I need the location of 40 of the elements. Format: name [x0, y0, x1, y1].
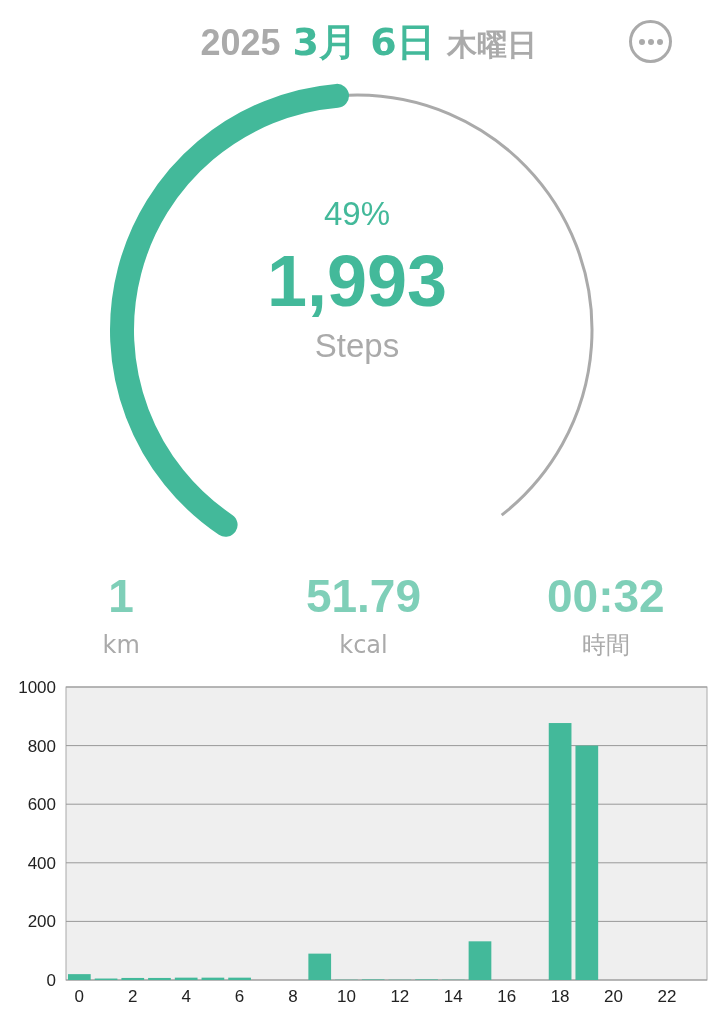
- x-tick-label: 10: [337, 987, 356, 1002]
- x-tick-label: 14: [443, 987, 463, 1002]
- bar: [308, 953, 332, 980]
- x-tick-label: 20: [604, 987, 623, 1002]
- bar: [468, 941, 492, 980]
- date: 3月 6日: [292, 19, 435, 66]
- x-tick-label: 0: [74, 987, 85, 1002]
- step-unit: Steps: [314, 326, 400, 366]
- weekday: 木曜日: [446, 26, 537, 64]
- bar: [174, 977, 198, 980]
- stat-label: 時間: [581, 630, 630, 661]
- x-tick-label: 12: [390, 987, 410, 1002]
- stat-label: kcal: [339, 630, 388, 661]
- y-tick-label: 0: [46, 971, 56, 990]
- bar: [68, 974, 91, 980]
- x-tick-label: 6: [234, 987, 245, 1002]
- stat-value: 00:32: [547, 569, 665, 624]
- y-tick-label: 1000: [18, 678, 56, 697]
- bar: [121, 977, 145, 980]
- stat-value: 1: [108, 569, 134, 624]
- x-tick-label: 16: [497, 987, 517, 1002]
- x-tick-label: 22: [657, 987, 677, 1002]
- y-tick-label: 200: [27, 912, 56, 932]
- more-icon: [638, 38, 663, 45]
- year: 2025: [200, 21, 281, 65]
- bar: [148, 977, 171, 980]
- bar: [201, 977, 225, 980]
- y-tick-label: 400: [27, 853, 56, 873]
- x-tick-label: 8: [288, 987, 298, 1002]
- bar: [228, 977, 251, 980]
- x-tick-label: 18: [550, 987, 570, 1002]
- stat-label: km: [102, 630, 140, 661]
- x-tick-label: 4: [181, 987, 191, 1002]
- y-tick-label: 800: [27, 736, 56, 756]
- step-count: 1,993: [266, 240, 448, 323]
- progress-percent: 49%: [323, 194, 391, 234]
- stat-value: 51.79: [305, 569, 422, 624]
- more-button[interactable]: [629, 20, 672, 63]
- y-tick-label: 600: [27, 795, 56, 815]
- x-tick-label: 2: [128, 987, 138, 1002]
